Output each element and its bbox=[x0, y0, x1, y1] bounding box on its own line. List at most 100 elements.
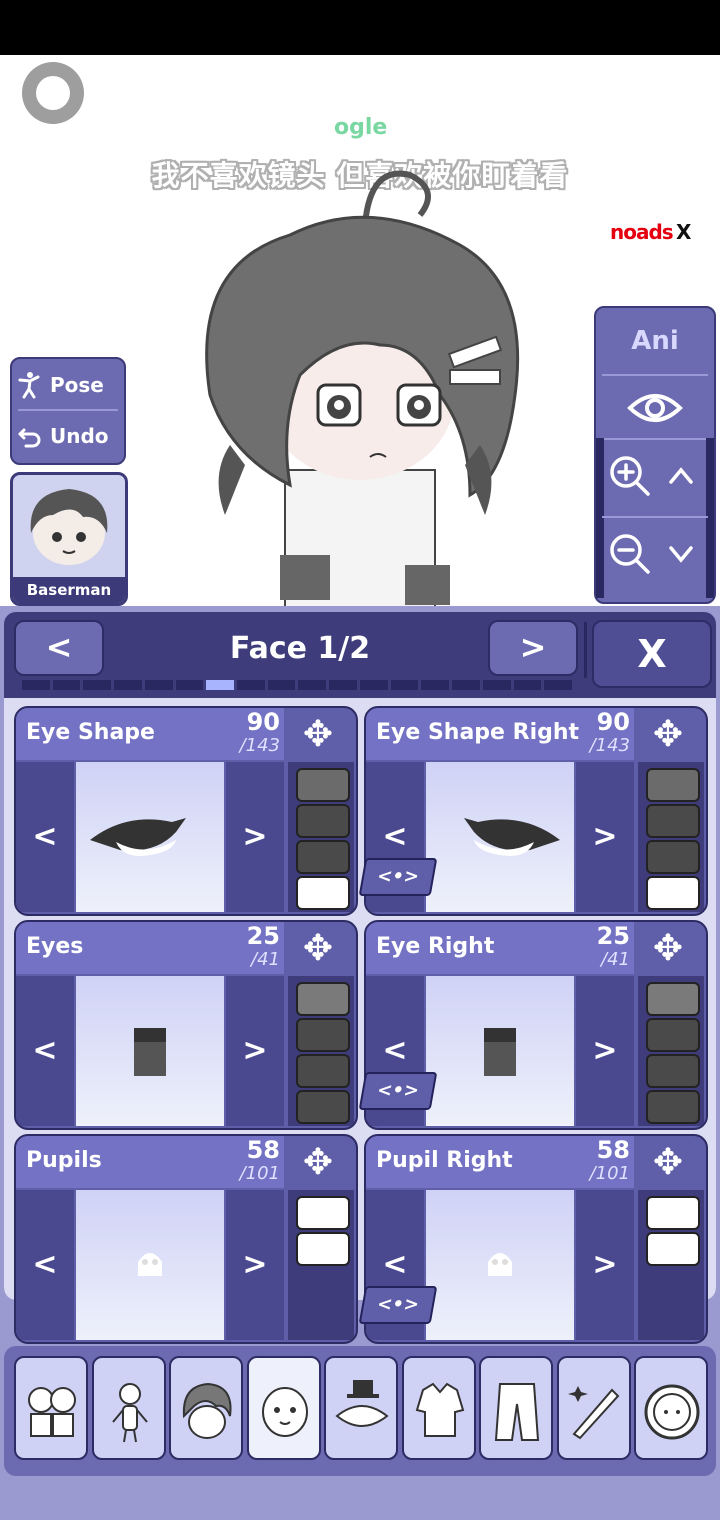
pose-label: Pose bbox=[50, 373, 104, 397]
color-swatch[interactable] bbox=[296, 1054, 350, 1088]
noads-button[interactable]: noads bbox=[610, 220, 674, 244]
zoom-in-button[interactable] bbox=[606, 448, 654, 504]
color-swatch[interactable] bbox=[296, 1232, 350, 1266]
bottom-clothing-tab[interactable] bbox=[479, 1356, 553, 1460]
next-option-button[interactable]: > bbox=[226, 762, 284, 912]
prev-option-button[interactable]: < bbox=[16, 762, 74, 912]
option-preview[interactable] bbox=[76, 762, 224, 912]
next-option-button[interactable]: > bbox=[576, 1190, 634, 1340]
card-total: /143 bbox=[239, 735, 280, 756]
color-swatch[interactable] bbox=[296, 982, 350, 1016]
visibility-toggle[interactable] bbox=[596, 378, 714, 438]
card-value: 58 bbox=[246, 1136, 280, 1164]
save-slot-baserman[interactable]: Baserman bbox=[10, 472, 128, 606]
color-swatch[interactable] bbox=[296, 840, 350, 874]
prev-page-button[interactable]: < bbox=[14, 620, 104, 676]
color-swatch[interactable] bbox=[646, 1090, 700, 1124]
card-value: 90 bbox=[596, 708, 630, 736]
editor-topbar: < Face 1/2 > X bbox=[10, 620, 712, 688]
option-preview[interactable] bbox=[426, 762, 574, 912]
option-preview-icon bbox=[134, 1028, 166, 1076]
option-preview[interactable] bbox=[76, 1190, 224, 1340]
color-swatch[interactable] bbox=[646, 1196, 700, 1230]
progress-segment bbox=[390, 680, 419, 690]
record-button[interactable] bbox=[22, 62, 84, 124]
color-swatch[interactable] bbox=[646, 804, 700, 838]
zoom-out-button[interactable] bbox=[606, 526, 654, 582]
option-preview[interactable] bbox=[76, 976, 224, 1126]
link-sides-button[interactable]: <•> bbox=[358, 1072, 438, 1110]
next-option-button[interactable]: > bbox=[226, 1190, 284, 1340]
color-swatch[interactable] bbox=[296, 768, 350, 802]
status-bar bbox=[0, 0, 720, 55]
move-icon[interactable]: ✥ bbox=[638, 1142, 698, 1184]
move-icon[interactable]: ✥ bbox=[638, 714, 698, 756]
next-option-button[interactable]: > bbox=[576, 762, 634, 912]
progress-segment bbox=[482, 680, 511, 690]
face-icon bbox=[261, 1387, 308, 1437]
color-swatch[interactable] bbox=[296, 1018, 350, 1052]
bottom-clothing-icon bbox=[494, 1383, 540, 1441]
character-preview[interactable] bbox=[170, 145, 550, 611]
card-total: /41 bbox=[601, 949, 630, 970]
link-sides-button[interactable]: <•> bbox=[358, 858, 438, 896]
zoom-in-icon bbox=[610, 456, 650, 496]
color-swatch[interactable] bbox=[646, 876, 700, 910]
hair-tab[interactable] bbox=[169, 1356, 243, 1460]
color-swatches bbox=[638, 1190, 704, 1340]
pose-icon bbox=[18, 372, 40, 399]
next-option-button[interactable]: > bbox=[576, 976, 634, 1126]
next-page-button[interactable]: > bbox=[488, 620, 578, 676]
progress-segment bbox=[421, 680, 450, 690]
color-swatch[interactable] bbox=[646, 982, 700, 1016]
progress-segment bbox=[452, 680, 480, 690]
move-down-button[interactable] bbox=[658, 526, 704, 582]
zoom-out-icon bbox=[610, 534, 650, 574]
profile-tab[interactable] bbox=[634, 1356, 708, 1460]
noads-close-button[interactable]: X bbox=[676, 220, 691, 244]
body-tab[interactable] bbox=[91, 1356, 166, 1460]
props-tab[interactable] bbox=[556, 1356, 631, 1460]
move-icon[interactable]: ✥ bbox=[638, 928, 698, 970]
top-clothing-tab[interactable] bbox=[401, 1356, 476, 1460]
move-up-button[interactable] bbox=[658, 448, 704, 504]
divider bbox=[602, 516, 708, 518]
color-swatch[interactable] bbox=[646, 1054, 700, 1088]
option-preview[interactable] bbox=[426, 1190, 574, 1340]
color-swatch[interactable] bbox=[296, 1196, 350, 1230]
accessories-icon bbox=[335, 1380, 389, 1427]
color-swatch[interactable] bbox=[296, 804, 350, 838]
color-swatches bbox=[638, 762, 704, 912]
animation-button[interactable]: Ani bbox=[596, 308, 714, 374]
face-tab[interactable] bbox=[246, 1356, 321, 1460]
right-panel: Ani bbox=[594, 306, 716, 604]
card-counter: 25/41 bbox=[597, 924, 630, 972]
color-swatch[interactable] bbox=[296, 1090, 350, 1124]
color-swatch[interactable] bbox=[646, 1232, 700, 1266]
card-value: 58 bbox=[596, 1136, 630, 1164]
color-swatch[interactable] bbox=[646, 1018, 700, 1052]
close-button[interactable]: X bbox=[592, 620, 712, 688]
move-icon[interactable]: ✥ bbox=[288, 1142, 348, 1184]
pose-button[interactable]: Pose bbox=[18, 363, 118, 407]
card-total: /143 bbox=[589, 735, 630, 756]
color-swatch[interactable] bbox=[646, 840, 700, 874]
prev-option-button[interactable]: < bbox=[16, 976, 74, 1126]
divider bbox=[602, 374, 708, 376]
zoom-track-left bbox=[596, 438, 604, 598]
prev-option-button[interactable]: < bbox=[16, 1190, 74, 1340]
card-total: /41 bbox=[251, 949, 280, 970]
link-sides-button[interactable]: <•> bbox=[358, 1286, 438, 1324]
color-swatch[interactable] bbox=[296, 876, 350, 910]
option-preview[interactable] bbox=[426, 976, 574, 1126]
next-option-button[interactable]: > bbox=[226, 976, 284, 1126]
move-icon[interactable]: ✥ bbox=[288, 928, 348, 970]
undo-button[interactable]: Undo bbox=[18, 414, 118, 458]
card-value: 90 bbox=[246, 708, 280, 736]
divider bbox=[584, 622, 587, 678]
move-icon[interactable]: ✥ bbox=[288, 714, 348, 756]
presets-tab[interactable] bbox=[14, 1356, 88, 1460]
presets-icon bbox=[28, 1387, 76, 1437]
color-swatch[interactable] bbox=[646, 768, 700, 802]
accessories-tab[interactable] bbox=[324, 1356, 398, 1460]
